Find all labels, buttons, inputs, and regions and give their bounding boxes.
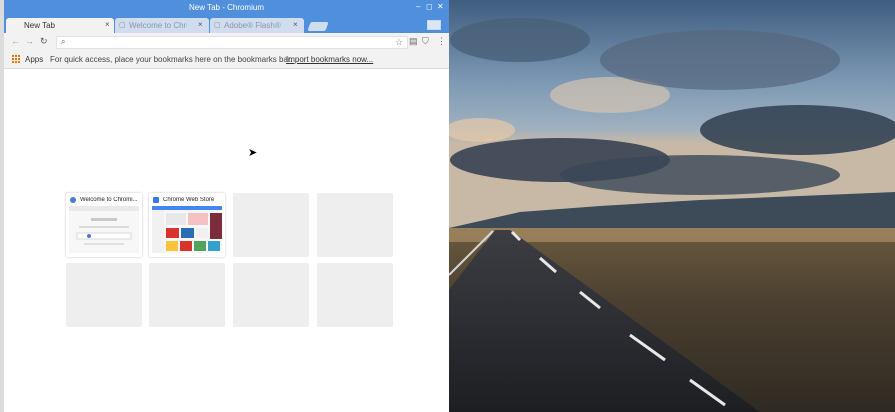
close-button[interactable]: ✕ xyxy=(437,2,444,11)
tab-close-icon[interactable]: × xyxy=(293,20,298,29)
tab-close-icon[interactable]: × xyxy=(198,20,203,29)
tile-title: Welcome to Chromi... xyxy=(80,197,138,203)
arrow-left-icon[interactable]: ← xyxy=(11,36,20,46)
empty-tile xyxy=(317,263,393,327)
page-icon: ▢ xyxy=(119,22,126,29)
tab-label: New Tab xyxy=(24,21,55,30)
star-icon[interactable]: ☆ xyxy=(395,37,403,48)
tile-thumbnail xyxy=(69,206,139,253)
new-tab-page: ➤ Welcome to Chromi... Chrome Web Store xyxy=(4,69,449,412)
tile-thumbnail xyxy=(152,206,222,253)
bookmarks-hint: For quick access, place your bookmarks h… xyxy=(50,55,293,64)
empty-tile xyxy=(233,193,309,257)
arrow-right-icon[interactable]: → xyxy=(25,36,34,46)
window-title: New Tab - Chromium xyxy=(189,3,264,12)
tab-label: Adobe® Flash® P xyxy=(224,21,282,30)
search-icon: ⌕ xyxy=(61,37,66,46)
menu-icon[interactable]: ⋮ xyxy=(437,36,446,47)
new-tab-button[interactable] xyxy=(307,22,329,31)
tab-new-tab[interactable]: New Tab × xyxy=(6,18,114,33)
empty-tile xyxy=(233,263,309,327)
browser-window: New Tab - Chromium – ◻ ✕ New Tab × ▢ Wel… xyxy=(0,0,449,412)
address-input[interactable] xyxy=(71,37,391,48)
most-visited-tile[interactable]: Welcome to Chromi... xyxy=(66,193,142,257)
tab-close-icon[interactable]: × xyxy=(105,20,110,29)
omnibox[interactable]: ⌕ ☆ xyxy=(56,36,408,49)
empty-tile xyxy=(66,263,142,327)
toolbar: ← → ↻ ⌕ ☆ ▤ ⛉ ⋮ xyxy=(4,33,449,51)
tab-strip: New Tab × ▢ Welcome to Chron × ▢ Adobe® … xyxy=(4,16,449,33)
minimize-button[interactable]: – xyxy=(416,2,420,11)
maximize-button[interactable]: ◻ xyxy=(426,2,433,11)
chromium-icon xyxy=(70,197,76,203)
bookmarks-bar: Apps For quick access, place your bookma… xyxy=(4,51,449,69)
reload-icon[interactable]: ↻ xyxy=(40,36,48,47)
most-visited-tile[interactable]: Chrome Web Store xyxy=(149,193,225,257)
apps-link[interactable]: Apps xyxy=(25,55,43,64)
empty-tile xyxy=(317,193,393,257)
web-store-icon xyxy=(153,197,159,203)
tile-title: Chrome Web Store xyxy=(163,197,215,203)
tab-label: Welcome to Chron xyxy=(129,21,187,30)
reader-icon[interactable]: ▤ xyxy=(409,36,418,47)
title-bar[interactable]: New Tab - Chromium – ◻ ✕ xyxy=(4,0,449,16)
profile-icon[interactable] xyxy=(427,20,441,30)
tab-adobe-flash[interactable]: ▢ Adobe® Flash® P × xyxy=(210,18,304,33)
tab-welcome[interactable]: ▢ Welcome to Chron × xyxy=(115,18,209,33)
apps-icon[interactable] xyxy=(12,55,20,63)
page-icon: ▢ xyxy=(214,22,221,29)
shield-icon[interactable]: ⛉ xyxy=(422,36,429,47)
import-bookmarks-link[interactable]: Import bookmarks now... xyxy=(286,55,373,64)
empty-tile xyxy=(149,263,225,327)
mouse-cursor-icon: ➤ xyxy=(248,147,258,159)
